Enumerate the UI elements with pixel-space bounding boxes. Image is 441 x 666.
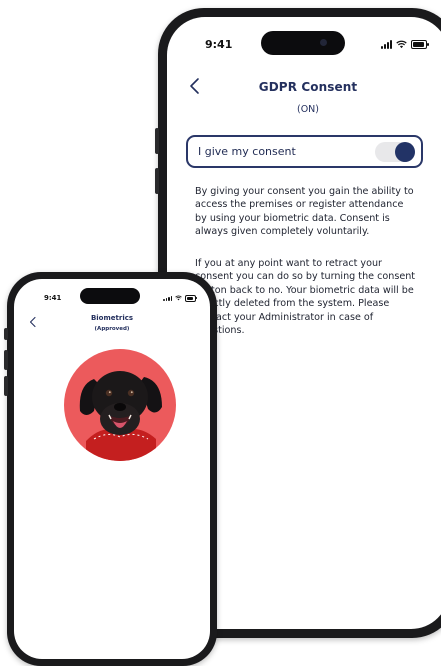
biometric-photo <box>64 349 176 461</box>
biometrics-screen: 9:41 Biometrics (Approved) <box>14 279 210 659</box>
phone-biometrics: 9:41 Biometrics (Approved) <box>4 272 217 666</box>
consent-toggle-row[interactable]: I give my consent <box>186 135 423 168</box>
consent-label: I give my consent <box>198 145 296 158</box>
volume-up-button <box>4 350 8 370</box>
status-time: 9:41 <box>205 37 233 51</box>
page-title: GDPR Consent <box>258 80 358 94</box>
dynamic-island <box>261 31 345 55</box>
dog-photo-icon <box>79 371 162 461</box>
volume-up-button <box>155 128 159 154</box>
status-icons <box>381 39 429 49</box>
retract-description: If you at any point want to retract your… <box>195 258 416 337</box>
volume-down-button <box>4 376 8 396</box>
page-title: Biometrics <box>90 314 134 322</box>
signal-icon <box>381 39 392 49</box>
consent-toggle[interactable] <box>375 141 415 162</box>
wifi-icon <box>396 40 407 48</box>
action-button <box>4 328 8 340</box>
wifi-icon <box>175 295 182 301</box>
volume-down-button <box>155 168 159 194</box>
approval-status: (Approved) <box>94 326 130 332</box>
consent-description: By giving your consent you gain the abil… <box>195 186 414 238</box>
status-icons <box>163 294 197 302</box>
toggle-knob <box>395 141 415 162</box>
battery-icon <box>411 39 429 49</box>
signal-icon <box>163 295 172 301</box>
dynamic-island <box>80 288 140 304</box>
status-time: 9:41 <box>44 294 62 302</box>
battery-icon <box>185 294 197 302</box>
consent-status: (ON) <box>297 104 319 115</box>
